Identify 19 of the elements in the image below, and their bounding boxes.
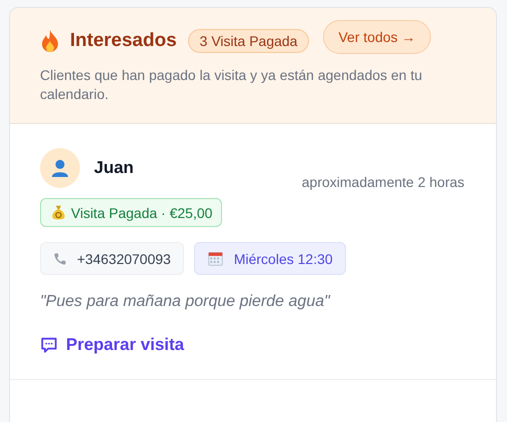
client-quote: "Pues para mañana porque pierde agua" <box>40 293 332 311</box>
section-description: Clientes que han pagado la visita y ya están agendados en tu calendario. <box>40 66 424 104</box>
view-all-button[interactable]: Ver todos → <box>323 20 431 54</box>
calendar-icon <box>206 250 224 267</box>
section-title: Interesados <box>70 30 177 52</box>
time-ago: aproximadamente 2 horas <box>302 173 466 192</box>
payment-text: Visita Pagada · €25,00 <box>71 204 212 220</box>
phone-number: +34632070093 <box>77 250 171 266</box>
chat-icon <box>40 336 58 354</box>
prepare-visit-link[interactable]: Preparar visita <box>40 335 184 355</box>
appointment-chip[interactable]: Miércoles 12:30 <box>194 242 346 275</box>
phone-chip[interactable]: +34632070093 <box>40 242 184 275</box>
count-badge: 3 Visita Pagada <box>188 29 310 53</box>
phone-icon <box>53 252 67 266</box>
appointment-time: Miércoles 12:30 <box>234 250 333 266</box>
person-icon <box>51 159 69 177</box>
flame-icon <box>40 29 60 53</box>
client-name: Juan <box>94 158 134 178</box>
money-bag-icon <box>50 204 67 221</box>
